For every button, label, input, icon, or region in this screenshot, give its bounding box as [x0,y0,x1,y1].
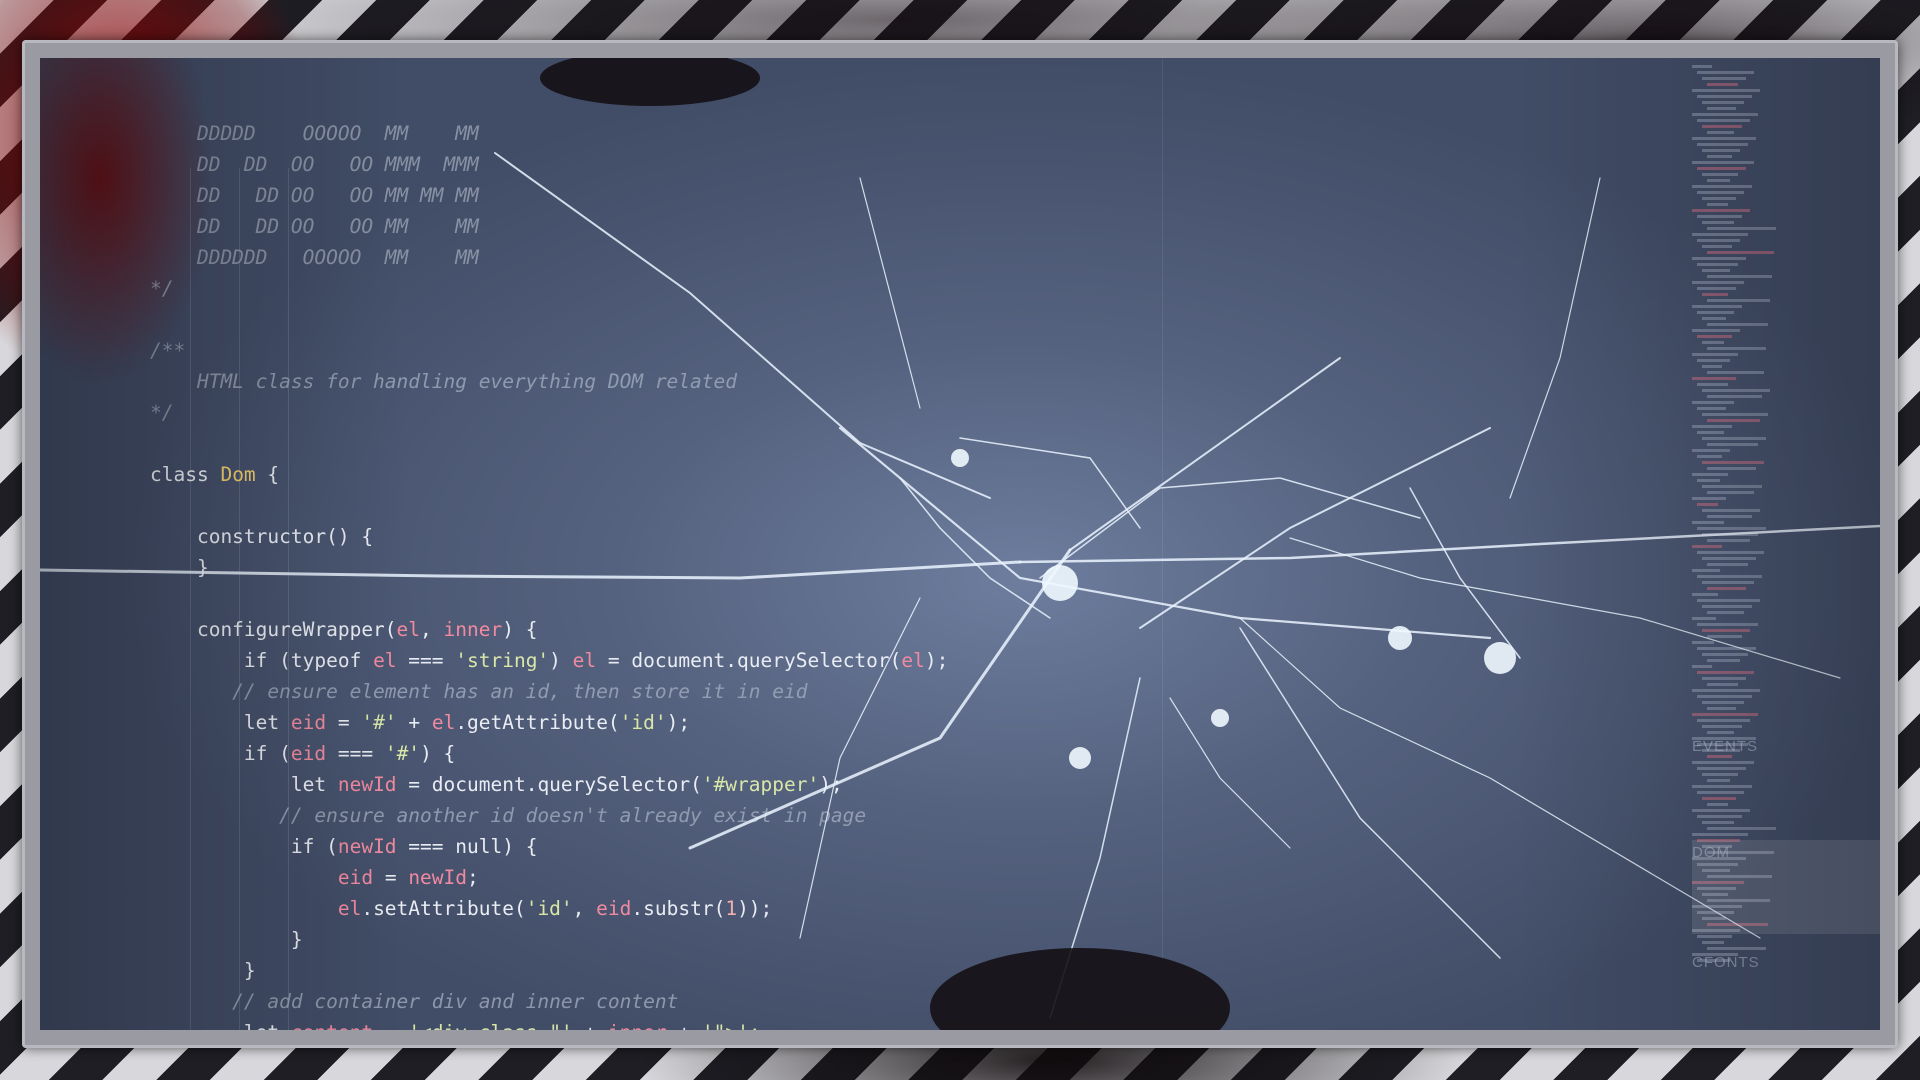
dirt-splatter [930,948,1230,1030]
crack-line [899,477,1051,619]
crack-line [1139,427,1491,629]
dirt-splatter [540,58,760,106]
impact-point [1484,642,1516,674]
impact-point [1211,709,1229,727]
crack-line [688,548,1072,850]
crack-line [1289,537,1841,679]
crack-line [1039,477,1421,579]
impact-point [1388,626,1412,650]
crack-line [1069,357,1341,551]
crack-line [40,560,1022,580]
crack-line [494,152,991,499]
crack-line [799,597,921,939]
crack-line [859,177,921,409]
crack-line [959,437,1141,529]
impact-point [951,449,969,467]
crack-line [838,426,1492,640]
crack-line [1239,627,1501,959]
impact-point [1042,565,1078,601]
shattered-glass-overlay [40,58,1880,1030]
crack-line [1018,524,1880,564]
crack-line [1509,177,1601,499]
impact-point [1069,747,1091,769]
crack-line [1169,697,1291,849]
code-editor-screen: DDDDD OOOOO MM MM DD DD OO OO MMM MMM DD… [40,58,1880,1030]
